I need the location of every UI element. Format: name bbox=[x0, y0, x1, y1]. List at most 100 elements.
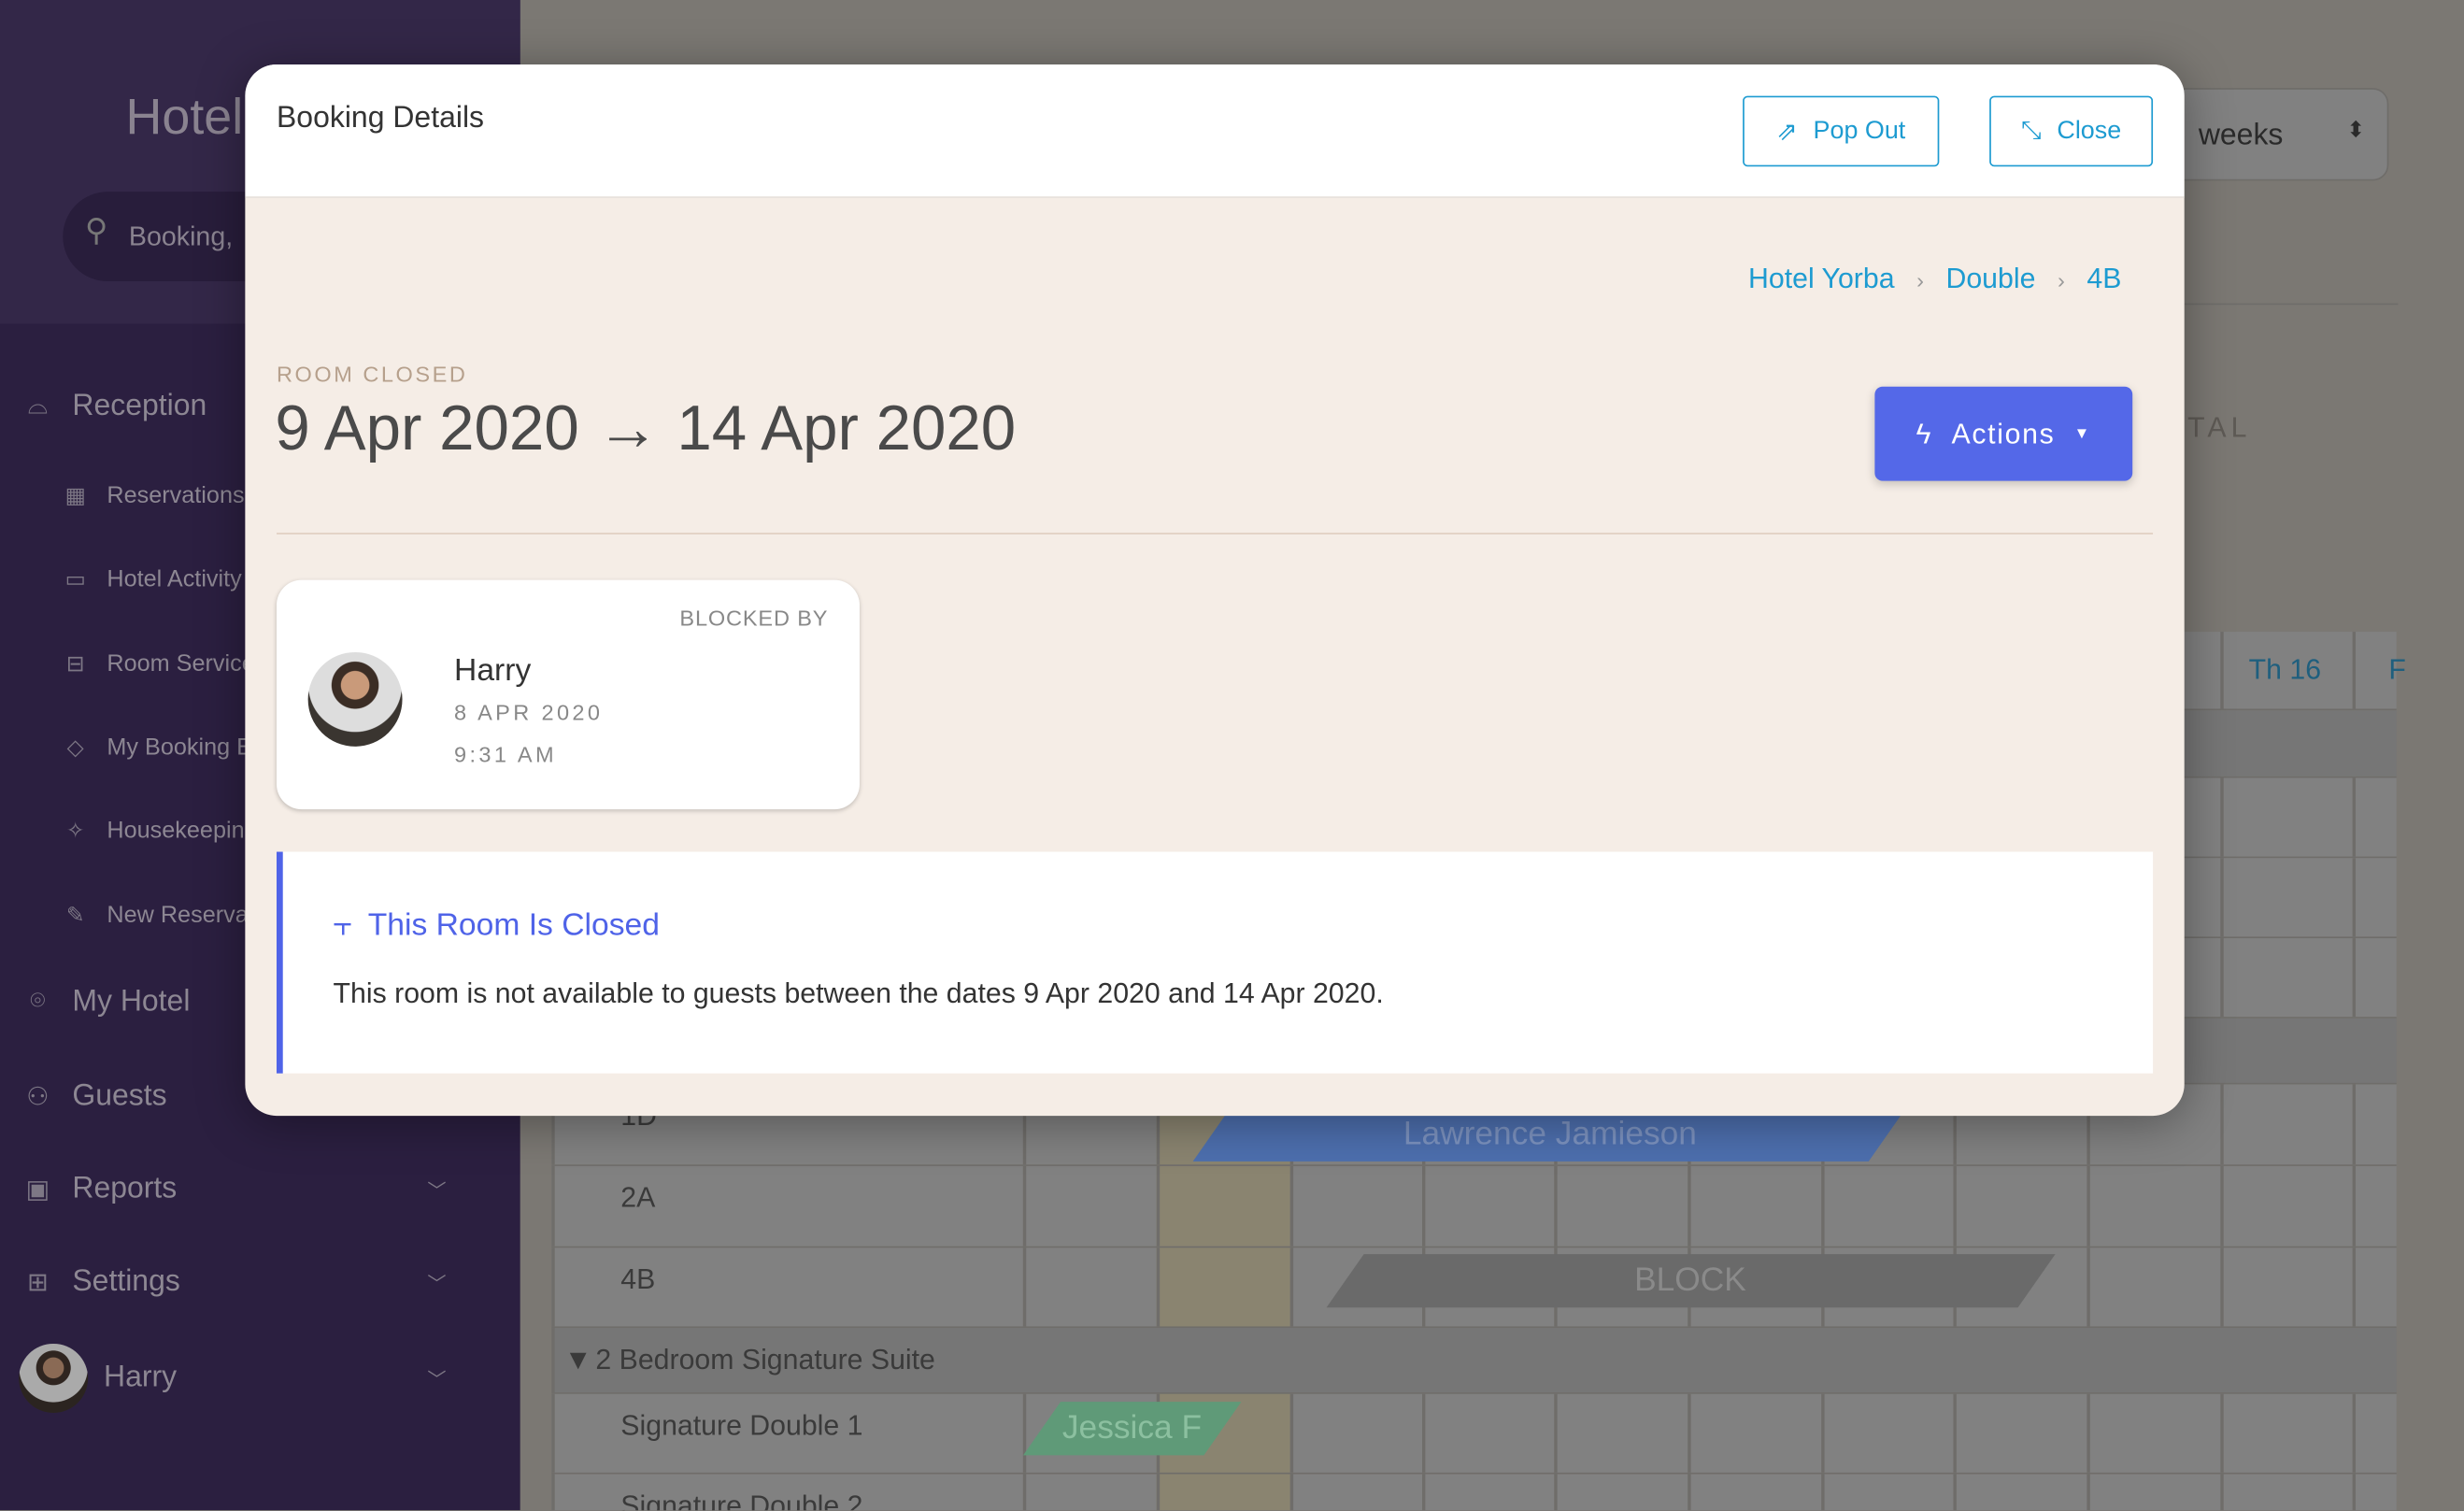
booking-details-modal: Booking Details ⇗ Pop Out ⤡ Close Hotel Yo… bbox=[245, 64, 2185, 1117]
blocked-by-card: BLOCKED BY Harry 8 APR 2020 9:31 AM bbox=[276, 579, 860, 810]
booking-bar[interactable]: BLOCK bbox=[1326, 1254, 2056, 1308]
booking-bar[interactable]: Jessica F bbox=[1023, 1402, 1242, 1456]
day-cell[interactable] bbox=[2220, 1084, 2353, 1165]
chevron-down-icon: ﹀ bbox=[427, 1179, 447, 1202]
day-cell[interactable] bbox=[1156, 1474, 1290, 1511]
period-select[interactable]: weeks ⬍ bbox=[2168, 88, 2389, 181]
day-cell[interactable] bbox=[2087, 1165, 2221, 1247]
grid-row: 2A bbox=[551, 1165, 2397, 1248]
select-arrows-icon: ⬍ bbox=[2346, 116, 2366, 142]
day-cell[interactable] bbox=[1554, 1165, 1688, 1247]
day-cell[interactable] bbox=[1953, 1393, 2087, 1473]
day-cell[interactable] bbox=[2352, 938, 2397, 1018]
day-cell[interactable] bbox=[1289, 1393, 1423, 1473]
day-cell[interactable] bbox=[2087, 1474, 2221, 1511]
day-cell[interactable] bbox=[1289, 1474, 1423, 1511]
day-cell[interactable] bbox=[2352, 1393, 2397, 1473]
day-cell[interactable] bbox=[1688, 1474, 1822, 1511]
day-cell[interactable] bbox=[1289, 1165, 1423, 1247]
sliders-icon: ⊞ bbox=[27, 1269, 49, 1297]
day-cell[interactable] bbox=[2220, 1474, 2353, 1511]
sidebar-item-reservations[interactable]: ▦ Reservations bbox=[60, 482, 245, 509]
map-pin-icon: ⌾ bbox=[30, 988, 46, 1016]
blocked-date: 8 APR 2020 bbox=[454, 699, 604, 725]
actions-button[interactable]: ϟ Actions ▼ bbox=[1874, 386, 2133, 481]
share-icon: ⇗ bbox=[1776, 118, 1798, 146]
rope-barrier-icon: ⫟ bbox=[333, 908, 352, 944]
collapse-caret-icon[interactable]: ▼ bbox=[564, 1344, 592, 1376]
date-range-heading: 9 Apr 2020 → 14 Apr 2020 bbox=[275, 394, 1017, 464]
day-cell[interactable] bbox=[1156, 1247, 1290, 1327]
day-cell[interactable] bbox=[1821, 1393, 1954, 1473]
sidebar-item-hotel-activity[interactable]: ▭ Hotel Activity bbox=[60, 565, 242, 592]
breadcrumb-hotel[interactable]: Hotel Yorba bbox=[1748, 263, 1895, 295]
room-label: 4B bbox=[620, 1263, 656, 1295]
day-cell[interactable] bbox=[2220, 777, 2353, 857]
grid-row: Signature Double 1 bbox=[551, 1393, 2397, 1475]
sidebar-item-settings[interactable]: ⊞ Settings ﹀ bbox=[19, 1265, 491, 1300]
breadcrumb-room[interactable]: 4B bbox=[2087, 263, 2121, 295]
sidebar-item-room-service[interactable]: ⊟ Room Service bbox=[60, 650, 255, 677]
sidebar-item-label: Settings bbox=[72, 1264, 180, 1299]
sidebar-item-new-reservation[interactable]: ✎ New Reserva bbox=[60, 902, 249, 929]
day-cell[interactable] bbox=[2352, 1165, 2397, 1247]
alert-text: This room is not available to guests bet… bbox=[333, 977, 1384, 1009]
day-cell[interactable] bbox=[1554, 1474, 1688, 1511]
magic-wand-icon: ✧ bbox=[65, 817, 85, 843]
room-closed-alert: ⫟ This Room Is Closed This room is not av… bbox=[276, 851, 2154, 1074]
day-cell[interactable] bbox=[1688, 1393, 1822, 1473]
day-cell[interactable] bbox=[1422, 1165, 1555, 1247]
breadcrumb: Hotel Yorba › Double › 4B bbox=[1748, 263, 2121, 295]
day-cell[interactable] bbox=[1022, 1247, 1157, 1327]
day-cell[interactable] bbox=[1156, 1165, 1290, 1247]
pop-out-label: Pop Out bbox=[1813, 117, 1906, 144]
breadcrumb-room-type[interactable]: Double bbox=[1945, 263, 2035, 295]
search-icon: ⚲ bbox=[84, 213, 108, 249]
blocker-name: Harry bbox=[454, 653, 532, 689]
day-cell[interactable] bbox=[2352, 858, 2397, 937]
booking-label: Lawrence Jamieson bbox=[1403, 1116, 1697, 1152]
day-cell[interactable] bbox=[2220, 1165, 2353, 1247]
day-cell[interactable] bbox=[1422, 1474, 1555, 1511]
day-cell[interactable] bbox=[2220, 858, 2353, 937]
day-cell[interactable] bbox=[2087, 1247, 2221, 1327]
pop-out-button[interactable]: ⇗ Pop Out bbox=[1743, 95, 1940, 167]
alert-title: This Room Is Closed bbox=[367, 908, 660, 944]
day-cell[interactable] bbox=[2352, 1474, 2397, 1511]
room-label: 2 Bedroom Signature Suite bbox=[595, 1343, 935, 1376]
sidebar-item-housekeeping[interactable]: ✧ Housekeeping bbox=[60, 818, 258, 845]
day-cell[interactable] bbox=[2220, 1247, 2353, 1327]
bell-icon: ⌓ bbox=[27, 392, 49, 421]
day-cell[interactable] bbox=[1554, 1393, 1688, 1473]
day-cell[interactable] bbox=[1022, 1165, 1157, 1247]
day-cell[interactable] bbox=[2220, 1393, 2353, 1473]
calendar-icon: ▦ bbox=[64, 482, 86, 508]
users-icon: ⚇ bbox=[26, 1084, 50, 1112]
day-cell[interactable] bbox=[1422, 1393, 1555, 1473]
day-cell[interactable] bbox=[1022, 1474, 1157, 1511]
sidebar-item-label: New Reserva bbox=[107, 902, 249, 929]
status-kicker: ROOM CLOSED bbox=[276, 361, 468, 387]
day-cell[interactable] bbox=[2352, 777, 2397, 857]
compress-icon: ⤡ bbox=[2021, 117, 2042, 144]
booking-bar[interactable]: Lawrence Jamieson bbox=[1192, 1107, 1906, 1162]
day-cell[interactable] bbox=[1953, 1165, 2087, 1247]
sidebar-item-label: Reception bbox=[72, 390, 207, 423]
day-cell[interactable] bbox=[1953, 1474, 2087, 1511]
day-cell[interactable] bbox=[1821, 1474, 1954, 1511]
close-button[interactable]: ⤡ Close bbox=[1989, 95, 2154, 167]
day-cell[interactable] bbox=[2352, 1247, 2397, 1327]
sidebar-item-my-booking[interactable]: ◇ My Booking E bbox=[60, 734, 252, 761]
close-label: Close bbox=[2057, 117, 2122, 144]
sidebar-user-menu[interactable]: Harry ﹀ bbox=[19, 1343, 491, 1413]
divider bbox=[276, 533, 2154, 535]
avatar bbox=[19, 1343, 89, 1413]
day-cell[interactable] bbox=[2087, 1393, 2221, 1473]
day-cell[interactable] bbox=[1688, 1165, 1822, 1247]
day-cell[interactable] bbox=[2220, 938, 2353, 1018]
day-cell[interactable] bbox=[2352, 1084, 2397, 1165]
day-header: Th 16 bbox=[2248, 653, 2322, 686]
search-placeholder: Booking, bbox=[128, 221, 234, 252]
day-cell[interactable] bbox=[1821, 1165, 1954, 1247]
sidebar-item-reports[interactable]: ▣ Reports ﹀ bbox=[19, 1173, 491, 1207]
